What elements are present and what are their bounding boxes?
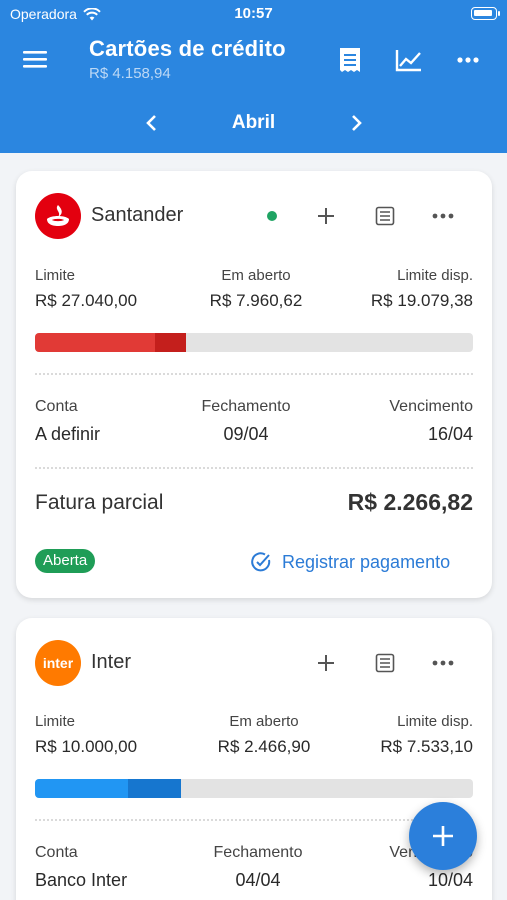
bank-name: Inter (91, 651, 132, 673)
limite-label: Limite (35, 267, 76, 284)
divider (35, 819, 473, 821)
divider (35, 467, 473, 469)
receipt-icon[interactable] (334, 44, 366, 76)
page-title: Cartões de crédito (89, 36, 286, 61)
credit-card-santander[interactable]: Santander Limite R$ 27.040,00 Em aberto … (16, 171, 492, 598)
page-subtitle-total: R$ 4.158,94 (89, 65, 171, 82)
fatura-label: Fatura parcial (35, 491, 164, 514)
status-bar: Operadora 10:57 (0, 0, 507, 28)
clock: 10:57 (234, 5, 273, 22)
usage-bar (35, 779, 473, 798)
status-dot (267, 211, 277, 221)
list-icon[interactable] (370, 648, 400, 678)
battery-icon (471, 7, 500, 20)
chevron-right-icon[interactable] (344, 110, 368, 136)
more-icon[interactable] (452, 44, 484, 76)
usage-bar (35, 333, 473, 352)
conta-value: Banco Inter (35, 870, 128, 890)
em-aberto-value: R$ 2.466,90 (217, 737, 311, 756)
fechamento-value: 09/04 (223, 424, 269, 444)
inter-logo-icon: inter (35, 640, 81, 686)
usage-bar-accent (128, 779, 181, 798)
vencimento-label: Vencimento (389, 398, 473, 415)
more-icon[interactable] (428, 648, 458, 678)
usage-bar-fill (35, 779, 128, 798)
limite-disp-label: Limite disp. (397, 267, 473, 284)
fechamento-label: Fechamento (201, 398, 291, 415)
divider (35, 373, 473, 375)
app-bar: Operadora 10:57 Cartões de crédito R$ 4.… (0, 0, 507, 153)
more-icon[interactable] (428, 201, 458, 231)
conta-value: A definir (35, 424, 101, 444)
list-icon[interactable] (370, 201, 400, 231)
register-payment-label: Registrar pagamento (282, 551, 451, 572)
chart-icon[interactable] (393, 44, 425, 76)
em-aberto-label: Em aberto (229, 713, 299, 730)
month-label: Abril (231, 112, 276, 133)
fatura-value: R$ 2.266,82 (347, 489, 473, 515)
vencimento-value: 16/04 (427, 424, 473, 444)
santander-logo-icon (35, 193, 81, 239)
register-payment-button[interactable]: Registrar pagamento (250, 549, 450, 575)
fechamento-label: Fechamento (213, 844, 303, 861)
status-badge: Aberta (35, 549, 96, 573)
limite-disp-value: R$ 7.533,10 (380, 737, 473, 756)
plus-icon (433, 826, 453, 846)
vencimento-value: 10/04 (427, 870, 473, 890)
em-aberto-label: Em aberto (221, 267, 291, 284)
limite-label: Limite (35, 713, 76, 730)
limite-disp-label: Limite disp. (397, 713, 473, 730)
limite-disp-value: R$ 19.079,38 (370, 291, 473, 310)
fechamento-value: 04/04 (235, 870, 281, 890)
limite-value: R$ 10.000,00 (35, 737, 138, 756)
limite-value: R$ 27.040,00 (35, 291, 138, 310)
bank-name: Santander (91, 204, 184, 226)
check-circle-icon (251, 552, 271, 572)
menu-icon[interactable] (22, 48, 48, 70)
add-fab-button[interactable] (409, 802, 477, 870)
conta-label: Conta (35, 844, 78, 861)
usage-bar-accent (155, 333, 186, 352)
plus-icon[interactable] (311, 201, 341, 231)
inter-logo-text: inter (42, 655, 74, 671)
conta-label: Conta (35, 398, 78, 415)
plus-icon[interactable] (311, 648, 341, 678)
usage-bar-fill (35, 333, 155, 352)
em-aberto-value: R$ 7.960,62 (209, 291, 303, 310)
